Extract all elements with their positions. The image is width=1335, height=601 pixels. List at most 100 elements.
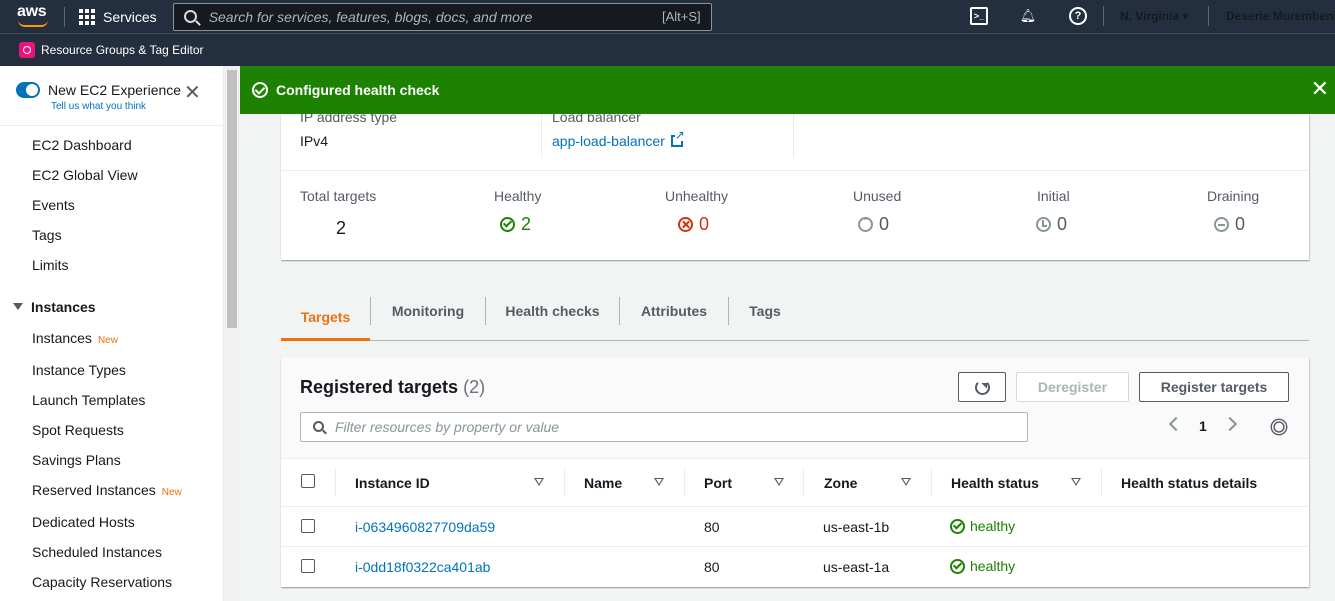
port-value: 80 (704, 519, 720, 535)
register-targets-button[interactable]: Register targets (1139, 372, 1289, 402)
sidebar-item-spot-requests[interactable]: Spot Requests (32, 422, 124, 438)
help-icon[interactable]: ? (1069, 7, 1087, 25)
tab-monitoring[interactable]: Monitoring (371, 296, 485, 326)
column-instance-id[interactable]: Instance ID (355, 458, 430, 507)
divider (281, 506, 1309, 507)
new-experience-toggle[interactable] (16, 82, 40, 98)
divider (281, 170, 1309, 171)
page-number[interactable]: 1 (1199, 418, 1207, 434)
close-icon[interactable]: ✕ (1311, 78, 1329, 100)
unused-label: Unused (853, 188, 902, 204)
target-group-details: IP address type IPv4 Load balancer app-l… (281, 109, 1309, 260)
divider (335, 468, 336, 497)
refresh-button[interactable] (958, 372, 1006, 402)
bell-icon[interactable]: 🔔︎ (1019, 7, 1037, 25)
divider (564, 468, 565, 497)
account-menu[interactable]: Deserie Murembeni (1226, 9, 1335, 23)
sidebar-item-savings-plans[interactable]: Savings Plans (32, 452, 121, 468)
filter-input[interactable]: Filter resources by property or value (300, 412, 1028, 442)
load-balancer-name: app-load-balancer (552, 133, 665, 149)
unused-count: 0 (858, 214, 889, 235)
select-all-checkbox[interactable] (301, 474, 315, 488)
search-placeholder: Search for services, features, blogs, do… (208, 8, 533, 25)
deregister-button[interactable]: Deregister (1016, 372, 1129, 402)
healthy-value: 2 (521, 214, 532, 234)
sort-icon[interactable] (774, 478, 784, 486)
tab-attributes[interactable]: Attributes (620, 296, 728, 326)
sidebar-item-capacity-reservations[interactable]: Capacity Reservations (32, 574, 172, 590)
sort-icon[interactable] (1071, 478, 1081, 486)
global-search-input[interactable]: Search for services, features, blogs, do… (172, 2, 712, 31)
filter-placeholder: Filter resources by property or value (335, 419, 560, 435)
resource-groups-icon (19, 42, 35, 58)
sidebar-item-instance-types[interactable]: Instance Types (32, 362, 126, 378)
registered-targets-panel: Registered targets (2) Deregister Regist… (281, 358, 1309, 587)
title-text: Registered targets (300, 377, 459, 397)
column-health-status[interactable]: Health status (951, 458, 1039, 507)
sidebar-item-reserved-instances[interactable]: Reserved Instances New (32, 482, 182, 498)
health-status: healthy (950, 558, 1015, 574)
check-circle-icon (950, 518, 965, 534)
scrollbar-thumb[interactable] (227, 70, 237, 328)
check-circle-icon (500, 217, 515, 232)
zone-value: us-east-1a (823, 559, 890, 575)
draining-count: 0 (1214, 214, 1245, 235)
cloudshell-icon[interactable]: >_ (970, 7, 988, 25)
tab-health-checks[interactable]: Health checks (486, 296, 619, 326)
column-zone[interactable]: Zone (824, 458, 857, 507)
column-health-status-details[interactable]: Health status details (1121, 458, 1257, 507)
gear-icon[interactable] (1273, 421, 1285, 433)
sidebar-item-ec2-dashboard[interactable]: EC2 Dashboard (32, 137, 132, 153)
search-icon (183, 10, 197, 23)
aws-smile-icon (18, 20, 48, 27)
grid-icon (79, 8, 95, 25)
sidebar-item-limits[interactable]: Limits (32, 257, 69, 273)
sidebar-item-scheduled-instances[interactable]: Scheduled Instances (32, 544, 162, 560)
services-menu-button[interactable]: Services (79, 8, 157, 25)
new-experience-toggle-panel: New EC2 Experience Tell us what you thin… (0, 66, 223, 126)
sidebar-item-tags[interactable]: Tags (32, 227, 62, 243)
health-status-text: healthy (970, 518, 1016, 534)
error-circle-icon (678, 217, 693, 232)
instance-id-link[interactable]: i-0dd18f0322ca401ab (355, 559, 490, 575)
aws-logo-text: aws (17, 3, 47, 20)
tab-tags[interactable]: Tags (729, 296, 801, 326)
aws-logo[interactable]: aws (0, 0, 56, 33)
sidebar-item-dedicated-hosts[interactable]: Dedicated Hosts (32, 514, 135, 530)
load-balancer-link[interactable]: app-load-balancer (552, 129, 685, 149)
sort-icon[interactable] (901, 478, 911, 486)
feedback-link[interactable]: Tell us what you think (51, 101, 146, 112)
sidebar-item-launch-templates[interactable]: Launch Templates (32, 392, 145, 408)
instance-id-link[interactable]: i-0634960827709da59 (355, 519, 495, 535)
sort-icon[interactable] (654, 478, 664, 486)
tab-targets[interactable]: Targets (281, 296, 370, 341)
column-port[interactable]: Port (704, 458, 732, 507)
minus-circle-icon (1214, 217, 1229, 232)
success-flash-banner: Configured health check ✕ (240, 66, 1335, 114)
sort-icon[interactable] (534, 478, 544, 486)
unused-value: 0 (879, 214, 890, 234)
healthy-label: Healthy (494, 188, 542, 204)
refresh-icon (974, 379, 990, 395)
sidebar-item-global-view[interactable]: EC2 Global View (32, 167, 138, 183)
column-name[interactable]: Name (584, 458, 622, 507)
health-status-text: healthy (970, 558, 1016, 574)
row-checkbox[interactable] (301, 559, 315, 573)
unhealthy-label: Unhealthy (665, 188, 729, 204)
sidebar-section-instances[interactable]: Instances (13, 299, 96, 315)
sidebar-scrollbar[interactable] (224, 66, 240, 601)
region-selector[interactable]: N. Virginia ▾ (1120, 9, 1188, 23)
check-circle-icon (252, 82, 268, 98)
close-icon[interactable]: ✕ (184, 83, 201, 103)
sidebar-item-events[interactable]: Events (32, 197, 75, 213)
divider (793, 114, 794, 158)
divider (684, 468, 685, 497)
sidebar-item-instances[interactable]: Instances New (32, 330, 118, 346)
new-badge: New (161, 487, 182, 498)
row-checkbox[interactable] (301, 519, 315, 533)
divider (1103, 6, 1104, 26)
caret-down-icon (13, 303, 23, 310)
resource-groups-link[interactable]: Resource Groups & Tag Editor (41, 43, 204, 57)
sidebar: New EC2 Experience Tell us what you thin… (0, 66, 224, 601)
panel-title: Registered targets (2) (300, 377, 485, 398)
